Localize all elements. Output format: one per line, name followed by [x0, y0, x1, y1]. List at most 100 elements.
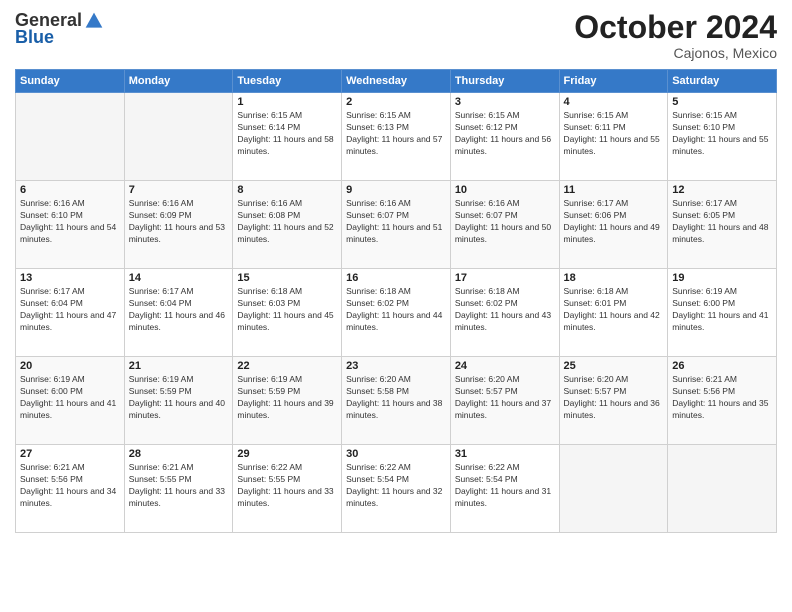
- day-number: 20: [20, 360, 120, 372]
- calendar-cell: 31 Sunrise: 6:22 AM Sunset: 5:54 PM Dayli…: [450, 445, 559, 533]
- header-tuesday: Tuesday: [233, 70, 342, 93]
- day-number: 7: [129, 184, 229, 196]
- logo: General Blue: [15, 10, 104, 48]
- day-number: 24: [455, 360, 555, 372]
- day-info: Sunrise: 6:21 AM Sunset: 5:55 PM Dayligh…: [129, 462, 229, 510]
- day-number: 11: [564, 184, 664, 196]
- calendar-week-3: 13 Sunrise: 6:17 AM Sunset: 6:04 PM Dayli…: [16, 269, 777, 357]
- day-number: 5: [672, 96, 772, 108]
- day-number: 3: [455, 96, 555, 108]
- day-info: Sunrise: 6:15 AM Sunset: 6:14 PM Dayligh…: [237, 110, 337, 158]
- day-number: 18: [564, 272, 664, 284]
- day-info: Sunrise: 6:21 AM Sunset: 5:56 PM Dayligh…: [672, 374, 772, 422]
- day-info: Sunrise: 6:18 AM Sunset: 6:01 PM Dayligh…: [564, 286, 664, 334]
- calendar-cell: 21 Sunrise: 6:19 AM Sunset: 5:59 PM Dayli…: [124, 357, 233, 445]
- calendar-week-1: 1 Sunrise: 6:15 AM Sunset: 6:14 PM Daylig…: [16, 93, 777, 181]
- calendar-cell: 30 Sunrise: 6:22 AM Sunset: 5:54 PM Dayli…: [342, 445, 451, 533]
- day-number: 6: [20, 184, 120, 196]
- calendar-cell: [124, 93, 233, 181]
- day-number: 14: [129, 272, 229, 284]
- calendar-cell: 2 Sunrise: 6:15 AM Sunset: 6:13 PM Daylig…: [342, 93, 451, 181]
- day-info: Sunrise: 6:16 AM Sunset: 6:09 PM Dayligh…: [129, 198, 229, 246]
- day-number: 29: [237, 448, 337, 460]
- calendar-week-4: 20 Sunrise: 6:19 AM Sunset: 6:00 PM Dayli…: [16, 357, 777, 445]
- day-number: 31: [455, 448, 555, 460]
- day-number: 21: [129, 360, 229, 372]
- day-number: 8: [237, 184, 337, 196]
- day-info: Sunrise: 6:19 AM Sunset: 6:00 PM Dayligh…: [672, 286, 772, 334]
- day-info: Sunrise: 6:15 AM Sunset: 6:10 PM Dayligh…: [672, 110, 772, 158]
- calendar-cell: 20 Sunrise: 6:19 AM Sunset: 6:00 PM Dayli…: [16, 357, 125, 445]
- calendar-cell: 25 Sunrise: 6:20 AM Sunset: 5:57 PM Dayli…: [559, 357, 668, 445]
- day-number: 1: [237, 96, 337, 108]
- calendar-cell: 19Sunrise: 6:19 AM Sunset: 6:00 PM Dayli…: [668, 269, 777, 357]
- header-friday: Friday: [559, 70, 668, 93]
- calendar-cell: 29 Sunrise: 6:22 AM Sunset: 5:55 PM Dayli…: [233, 445, 342, 533]
- day-info: Sunrise: 6:20 AM Sunset: 5:57 PM Dayligh…: [564, 374, 664, 422]
- header-wednesday: Wednesday: [342, 70, 451, 93]
- logo-blue: Blue: [15, 27, 54, 48]
- day-number: 2: [346, 96, 446, 108]
- day-info: Sunrise: 6:17 AM Sunset: 6:04 PM Dayligh…: [129, 286, 229, 334]
- calendar-cell: [16, 93, 125, 181]
- day-info: Sunrise: 6:19 AM Sunset: 5:59 PM Dayligh…: [129, 374, 229, 422]
- header-saturday: Saturday: [668, 70, 777, 93]
- day-info: Sunrise: 6:22 AM Sunset: 5:54 PM Dayligh…: [346, 462, 446, 510]
- day-number: 16: [346, 272, 446, 284]
- calendar-cell: 26 Sunrise: 6:21 AM Sunset: 5:56 PM Dayli…: [668, 357, 777, 445]
- header-thursday: Thursday: [450, 70, 559, 93]
- calendar-cell: 11 Sunrise: 6:17 AM Sunset: 6:06 PM Dayli…: [559, 181, 668, 269]
- calendar-cell: [668, 445, 777, 533]
- calendar-cell: 10Sunrise: 6:16 AM Sunset: 6:07 PM Dayli…: [450, 181, 559, 269]
- day-info: Sunrise: 6:17 AM Sunset: 6:04 PM Dayligh…: [20, 286, 120, 334]
- day-info: Sunrise: 6:15 AM Sunset: 6:11 PM Dayligh…: [564, 110, 664, 158]
- location-subtitle: Cajonos, Mexico: [574, 45, 777, 61]
- day-number: 9: [346, 184, 446, 196]
- calendar-week-2: 6Sunrise: 6:16 AM Sunset: 6:10 PM Daylig…: [16, 181, 777, 269]
- day-number: 23: [346, 360, 446, 372]
- day-info: Sunrise: 6:16 AM Sunset: 6:07 PM Dayligh…: [346, 198, 446, 246]
- day-info: Sunrise: 6:17 AM Sunset: 6:05 PM Dayligh…: [672, 198, 772, 246]
- calendar-cell: 15 Sunrise: 6:18 AM Sunset: 6:03 PM Dayli…: [233, 269, 342, 357]
- day-info: Sunrise: 6:19 AM Sunset: 6:00 PM Dayligh…: [20, 374, 120, 422]
- calendar-cell: 3 Sunrise: 6:15 AM Sunset: 6:12 PM Daylig…: [450, 93, 559, 181]
- day-info: Sunrise: 6:22 AM Sunset: 5:55 PM Dayligh…: [237, 462, 337, 510]
- day-number: 13: [20, 272, 120, 284]
- calendar-cell: 5 Sunrise: 6:15 AM Sunset: 6:10 PM Daylig…: [668, 93, 777, 181]
- day-info: Sunrise: 6:16 AM Sunset: 6:08 PM Dayligh…: [237, 198, 337, 246]
- day-number: 15: [237, 272, 337, 284]
- day-info: Sunrise: 6:15 AM Sunset: 6:12 PM Dayligh…: [455, 110, 555, 158]
- day-number: 12: [672, 184, 772, 196]
- calendar-cell: 17 Sunrise: 6:18 AM Sunset: 6:02 PM Dayli…: [450, 269, 559, 357]
- day-info: Sunrise: 6:17 AM Sunset: 6:06 PM Dayligh…: [564, 198, 664, 246]
- calendar-table: Sunday Monday Tuesday Wednesday Thursday…: [15, 69, 777, 533]
- calendar-cell: 28 Sunrise: 6:21 AM Sunset: 5:55 PM Dayli…: [124, 445, 233, 533]
- calendar-cell: 27 Sunrise: 6:21 AM Sunset: 5:56 PM Dayli…: [16, 445, 125, 533]
- day-info: Sunrise: 6:20 AM Sunset: 5:57 PM Dayligh…: [455, 374, 555, 422]
- day-number: 28: [129, 448, 229, 460]
- day-info: Sunrise: 6:18 AM Sunset: 6:03 PM Dayligh…: [237, 286, 337, 334]
- day-number: 27: [20, 448, 120, 460]
- title-block: October 2024 Cajonos, Mexico: [574, 10, 777, 61]
- page-header: General Blue October 2024 Cajonos, Mexic…: [15, 10, 777, 61]
- header-monday: Monday: [124, 70, 233, 93]
- calendar-cell: 23 Sunrise: 6:20 AM Sunset: 5:58 PM Dayli…: [342, 357, 451, 445]
- calendar-cell: 12 Sunrise: 6:17 AM Sunset: 6:05 PM Dayli…: [668, 181, 777, 269]
- day-info: Sunrise: 6:21 AM Sunset: 5:56 PM Dayligh…: [20, 462, 120, 510]
- calendar-cell: 13 Sunrise: 6:17 AM Sunset: 6:04 PM Dayli…: [16, 269, 125, 357]
- day-number: 26: [672, 360, 772, 372]
- calendar-cell: 4Sunrise: 6:15 AM Sunset: 6:11 PM Daylig…: [559, 93, 668, 181]
- header-sunday: Sunday: [16, 70, 125, 93]
- day-info: Sunrise: 6:16 AM Sunset: 6:07 PM Dayligh…: [455, 198, 555, 246]
- day-number: 25: [564, 360, 664, 372]
- day-info: Sunrise: 6:19 AM Sunset: 5:59 PM Dayligh…: [237, 374, 337, 422]
- day-number: 17: [455, 272, 555, 284]
- day-info: Sunrise: 6:22 AM Sunset: 5:54 PM Dayligh…: [455, 462, 555, 510]
- calendar-cell: 22Sunrise: 6:19 AM Sunset: 5:59 PM Dayli…: [233, 357, 342, 445]
- logo-icon: [84, 11, 104, 31]
- day-info: Sunrise: 6:15 AM Sunset: 6:13 PM Dayligh…: [346, 110, 446, 158]
- calendar-cell: [559, 445, 668, 533]
- day-number: 30: [346, 448, 446, 460]
- day-info: Sunrise: 6:20 AM Sunset: 5:58 PM Dayligh…: [346, 374, 446, 422]
- day-info: Sunrise: 6:18 AM Sunset: 6:02 PM Dayligh…: [455, 286, 555, 334]
